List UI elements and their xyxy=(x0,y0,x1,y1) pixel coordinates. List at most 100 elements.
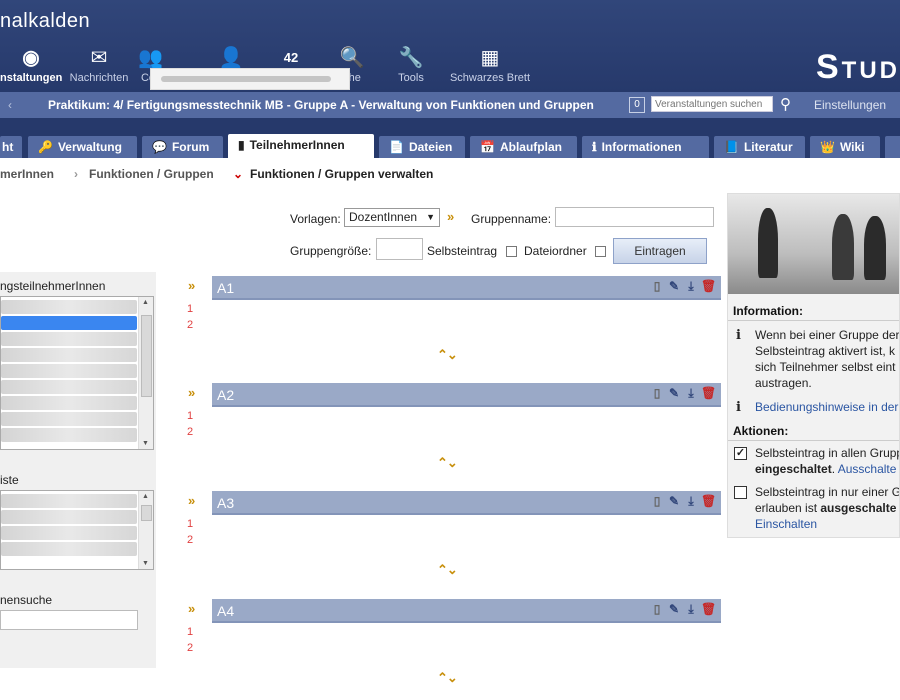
list-item[interactable] xyxy=(1,300,137,314)
move-group-icon[interactable]: ⌃⌄ xyxy=(437,347,458,363)
settings-link[interactable]: Einstellungen xyxy=(814,98,886,112)
info-icon: i xyxy=(736,400,741,415)
selbsteintrag-checkbox[interactable] xyxy=(506,246,517,257)
dateiordner-checkbox[interactable] xyxy=(595,246,606,257)
download-icon[interactable]: ⤓ xyxy=(684,494,698,509)
trash-icon[interactable]: 🗑 xyxy=(701,602,716,616)
move-group-icon[interactable]: ⌃⌄ xyxy=(437,670,458,686)
list-item[interactable] xyxy=(1,428,137,442)
group-slot-number: 1 xyxy=(187,626,194,638)
folder-icon[interactable]: ▯ xyxy=(650,386,664,400)
move-group-icon[interactable]: ⌃⌄ xyxy=(437,455,458,471)
scrollbar-thumb[interactable] xyxy=(141,505,152,521)
tab-more[interactable] xyxy=(885,136,900,158)
subnav-teilnehmerinnen[interactable]: merInnen xyxy=(0,167,54,181)
folder-icon[interactable]: ▯ xyxy=(650,279,664,293)
trash-icon[interactable]: 🗑 xyxy=(701,279,716,293)
gruppenname-input[interactable] xyxy=(555,207,714,227)
nav-bulletin-board[interactable]: ▦ Schwarzes Brett xyxy=(444,44,536,84)
list-item[interactable] xyxy=(1,364,137,378)
information-heading: Information: xyxy=(733,304,803,318)
subnav-funktionen-gruppen-verwalten[interactable]: Funktionen / Gruppen verwalten xyxy=(250,167,433,181)
subnav-funktionen-gruppen[interactable]: Funktionen / Gruppen xyxy=(89,167,214,181)
group-slot-number: 1 xyxy=(187,518,194,530)
scroll-down-icon[interactable]: ▼ xyxy=(142,440,149,447)
edit-icon[interactable]: ✎ xyxy=(667,494,681,508)
back-chevron-icon[interactable]: ‹ xyxy=(0,92,20,118)
courses-icon: ◉ xyxy=(22,47,40,69)
tab-wiki[interactable]: 👑 Wiki xyxy=(810,136,880,158)
participants-listbox[interactable]: ▲ ▼ xyxy=(0,296,154,450)
calendar-tab-icon: 📅 xyxy=(480,140,495,154)
trash-icon[interactable]: 🗑 xyxy=(701,386,716,400)
scroll-down-icon[interactable]: ▼ xyxy=(142,560,149,567)
tab-literatur[interactable]: 📘 Literatur xyxy=(714,136,805,158)
nav-courses[interactable]: ◉ nstaltungen xyxy=(0,44,62,84)
apply-template-icon[interactable]: » xyxy=(447,209,454,224)
tab-overview[interactable]: ht xyxy=(0,136,22,158)
gruppengroesse-input[interactable] xyxy=(376,238,423,260)
group-slot-number: 2 xyxy=(187,642,194,654)
tab-forum[interactable]: 💬 Forum xyxy=(142,136,223,158)
tab-ablaufplan[interactable]: 📅 Ablaufplan xyxy=(470,136,577,158)
tab-teilnehmerinnen[interactable]: ▮ TeilnehmerInnen xyxy=(228,134,374,158)
persons-list-heading: iste xyxy=(0,473,19,487)
group-name: A4 xyxy=(217,603,235,619)
tab-verwaltung[interactable]: 🔑 Verwaltung xyxy=(28,136,137,158)
add-to-group-icon[interactable]: » xyxy=(188,278,195,293)
listbox-scrollbar[interactable]: ▲ ▼ xyxy=(138,297,153,449)
list-item[interactable] xyxy=(1,494,137,508)
add-to-group-icon[interactable]: » xyxy=(188,493,195,508)
list-item[interactable] xyxy=(1,412,137,426)
einschalten-link[interactable]: Einschalten xyxy=(755,516,899,532)
download-icon[interactable]: ⤓ xyxy=(684,386,698,401)
scrollbar-thumb[interactable] xyxy=(141,315,152,397)
download-icon[interactable]: ⤓ xyxy=(684,602,698,617)
list-item[interactable] xyxy=(1,510,137,524)
nav-tools[interactable]: 🔧 Tools xyxy=(394,44,428,84)
trash-icon[interactable]: 🗑 xyxy=(701,494,716,508)
folder-icon[interactable]: ▯ xyxy=(650,494,664,508)
add-to-group-icon[interactable]: » xyxy=(188,385,195,400)
list-item[interactable] xyxy=(1,542,137,556)
eintragen-button[interactable]: Eintragen xyxy=(613,238,707,264)
selfenroll-single-text: Selbsteintrag in nur einer G erlauben is… xyxy=(755,484,899,532)
selfenroll-single-checkbox[interactable] xyxy=(734,486,747,499)
help-link[interactable]: Bedienungshinweise in der xyxy=(755,399,898,415)
tab-verwaltung-label: Verwaltung xyxy=(57,140,122,154)
bulletin-board-icon: ▦ xyxy=(480,47,500,69)
scroll-up-icon[interactable]: ▲ xyxy=(142,299,149,306)
list-item[interactable] xyxy=(1,316,137,330)
vorlagen-select[interactable]: DozentInnen ▼ xyxy=(344,208,440,227)
selfenroll-all-checkbox[interactable]: ✓ xyxy=(734,447,747,460)
group-slot-number: 2 xyxy=(187,426,194,438)
photo-figure xyxy=(758,208,778,278)
folder-icon[interactable]: ▯ xyxy=(650,602,664,616)
list-item[interactable] xyxy=(1,526,137,540)
edit-icon[interactable]: ✎ xyxy=(667,386,681,400)
edit-icon[interactable]: ✎ xyxy=(667,279,681,293)
tab-dateien[interactable]: 📄 Dateien xyxy=(379,136,465,158)
list-item[interactable] xyxy=(1,332,137,346)
person-search-input[interactable] xyxy=(0,610,138,630)
list-item[interactable] xyxy=(1,396,137,410)
move-group-icon[interactable]: ⌃⌄ xyxy=(437,562,458,578)
ausschalten-link[interactable]: Ausschalte xyxy=(838,462,897,476)
add-to-group-icon[interactable]: » xyxy=(188,601,195,616)
tab-informationen[interactable]: ℹ Informationen xyxy=(582,136,709,158)
info-sidebar: Information: i Wenn bei einer Gruppe der… xyxy=(727,193,900,538)
persons-listbox[interactable]: ▲ ▼ xyxy=(0,490,154,570)
file-icon: 📄 xyxy=(389,140,404,154)
scroll-up-icon[interactable]: ▲ xyxy=(142,493,149,500)
course-search-input[interactable] xyxy=(651,96,773,112)
list-item[interactable] xyxy=(1,380,137,394)
edit-icon[interactable]: ✎ xyxy=(667,602,681,616)
list-item[interactable] xyxy=(1,348,137,362)
listbox-scrollbar[interactable]: ▲ ▼ xyxy=(138,491,153,569)
course-search-icon[interactable]: ⚲ xyxy=(780,95,791,113)
tab-overview-label: ht xyxy=(2,140,14,154)
nav-tools-label: Tools xyxy=(398,72,424,84)
nav-messages[interactable]: ✉ Nachrichten xyxy=(66,44,132,84)
info-text-line: sich Teilnehmer selbst eint xyxy=(755,360,896,374)
download-icon[interactable]: ⤓ xyxy=(684,279,698,294)
